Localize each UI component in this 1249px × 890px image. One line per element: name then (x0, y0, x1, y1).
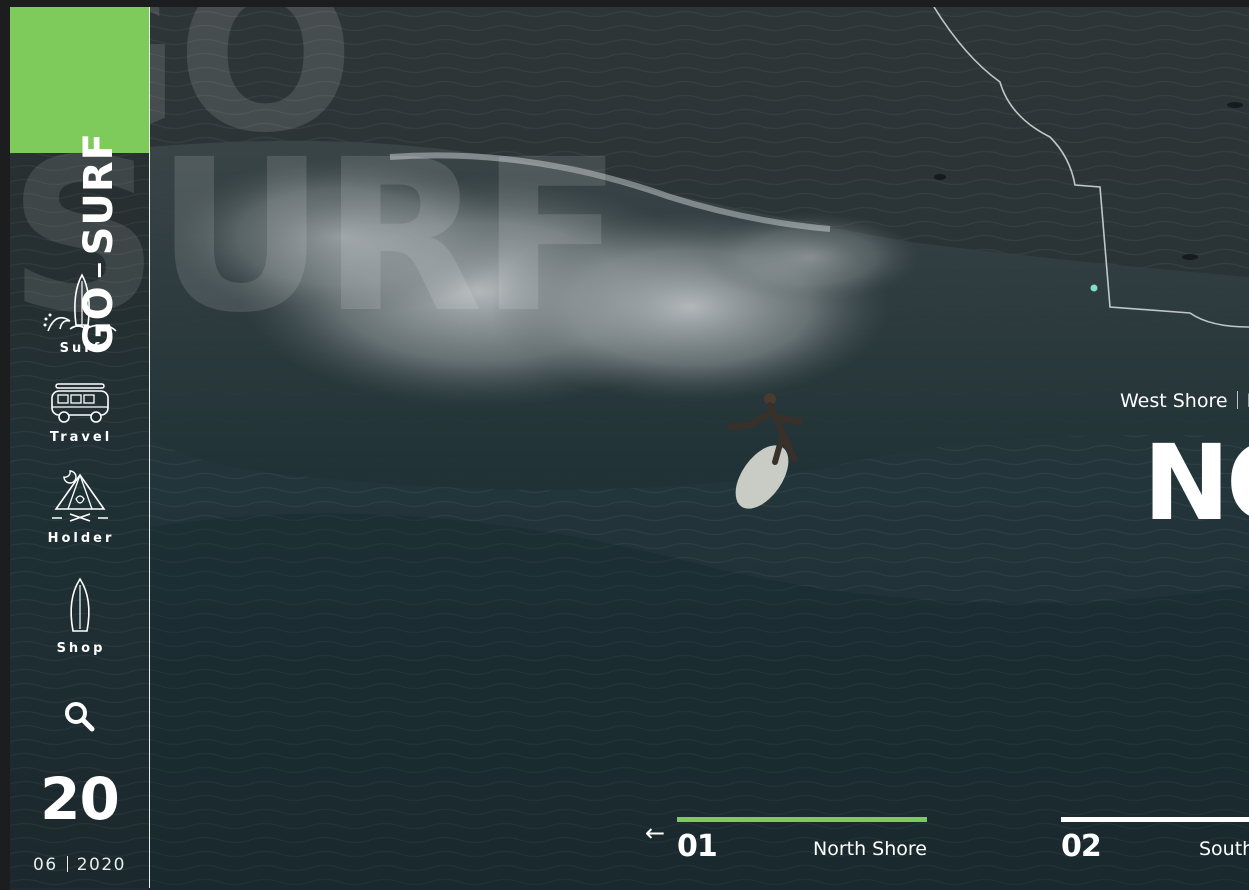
date-year: 2020 (76, 855, 126, 875)
date-separator (66, 856, 68, 872)
location-west-shore[interactable]: West Shore (1120, 390, 1228, 412)
ocean-hero-image (10, 7, 1249, 890)
hero-headline: NO (1143, 422, 1249, 544)
slide-progress-bar (1061, 817, 1249, 822)
date-month: 06 (33, 855, 58, 875)
date-month-year: 06 2020 (10, 855, 149, 875)
sidebar: GO SURF Surf Travel Holder Shop 20 06 20… (10, 7, 150, 888)
slide-name: South (1199, 838, 1249, 860)
slide-tab-north-shore[interactable]: 01 North Shore (677, 817, 927, 864)
sidebar-item-travel[interactable]: Travel (10, 382, 149, 445)
search-button[interactable] (63, 700, 95, 732)
sidebar-item-label: Shop (56, 641, 106, 656)
page-frame: GO SURF GOSURF Surf (10, 7, 1249, 890)
sidebar-item-label: Holder (47, 531, 115, 546)
prev-slide-arrow[interactable]: ← (645, 821, 665, 845)
sidebar-item-holder[interactable]: Holder (10, 469, 149, 546)
location-separator (1236, 391, 1238, 409)
sidebar-item-label: Surf (59, 341, 103, 356)
sidebar-item-surf[interactable]: Surf (10, 273, 149, 356)
slide-number: 01 (677, 829, 718, 864)
surfboard-wave-icon (43, 273, 117, 332)
van-icon (50, 383, 109, 423)
surfboard-icon (69, 577, 90, 632)
location-breadcrumb: West ShoreM (1120, 390, 1249, 412)
search-icon (65, 702, 95, 732)
sidebar-item-shop[interactable]: Shop (10, 577, 149, 656)
logo-part-surf: SURF (76, 132, 122, 256)
slide-progress-bar (677, 817, 927, 822)
slide-number: 02 (1061, 829, 1102, 864)
slide-name: North Shore (813, 838, 927, 860)
tent-icon (51, 470, 108, 522)
slide-tab-south[interactable]: 02 South (1061, 817, 1249, 864)
sidebar-item-label: Travel (49, 430, 113, 445)
date-day: 20 (40, 765, 120, 833)
